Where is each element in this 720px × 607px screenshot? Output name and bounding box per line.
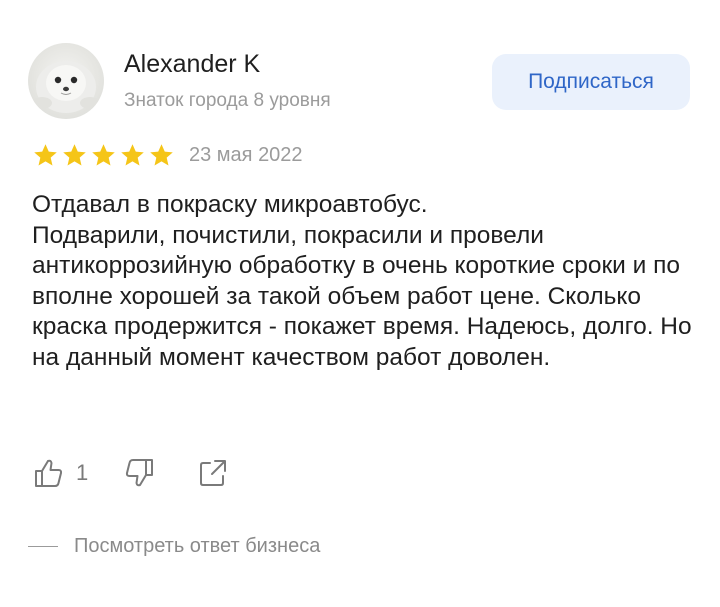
- thumbs-up-icon[interactable]: [32, 456, 66, 490]
- subscribe-button[interactable]: Подписаться: [492, 54, 690, 110]
- share-icon[interactable]: [196, 456, 230, 490]
- seal-avatar-image: [32, 61, 100, 113]
- divider-line: [28, 545, 58, 548]
- author-level: Знаток города 8 уровня: [124, 90, 331, 111]
- star-icon: [92, 144, 115, 166]
- avatar[interactable]: [28, 43, 104, 119]
- star-icon: [63, 144, 86, 166]
- like-count: 1: [76, 460, 89, 485]
- review-text: Отдавал в покраску микроавтобус. Подвари…: [32, 191, 692, 371]
- business-reply-label[interactable]: Посмотреть ответ бизнеса: [74, 535, 320, 558]
- star-icon: [150, 144, 173, 166]
- review-actions: 1: [32, 456, 230, 490]
- author-name[interactable]: Alexander K: [124, 50, 260, 79]
- thumbs-down-icon[interactable]: [122, 456, 156, 490]
- review-date: 23 мая 2022: [189, 144, 303, 166]
- view-business-reply[interactable]: Посмотреть ответ бизнеса: [28, 535, 320, 558]
- star-icon: [121, 144, 144, 166]
- rating-stars: [32, 142, 175, 169]
- star-icon: [34, 144, 57, 166]
